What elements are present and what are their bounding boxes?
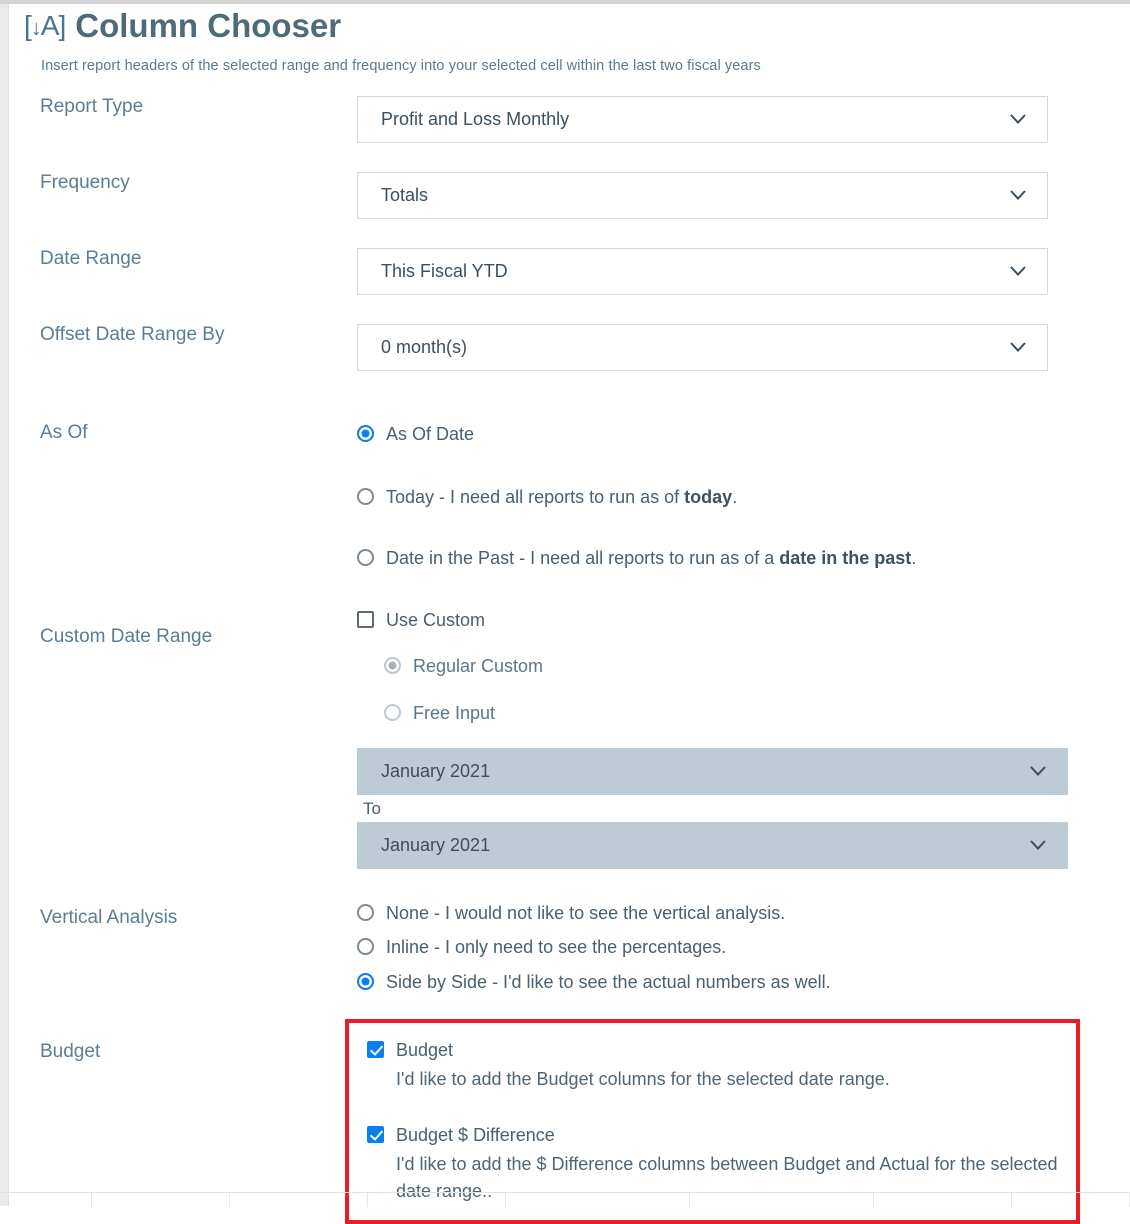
frequency-select[interactable]: Totals: [357, 172, 1048, 220]
use-custom-checkbox-row[interactable]: Use Custom: [357, 608, 1068, 632]
as-of-option-today[interactable]: Today - I need all reports to run as of …: [357, 485, 1048, 509]
text-after: .: [911, 547, 917, 568]
frequency-value: Totals: [381, 185, 429, 206]
chevron-down-icon: [1029, 762, 1047, 780]
custom-range-to-value: January 2021: [381, 835, 491, 856]
chevron-down-icon: [1009, 186, 1027, 204]
row-as-of: As Of As Of Date Today - I need all repo…: [10, 422, 1130, 570]
date-range-value: This Fiscal YTD: [381, 261, 508, 282]
letter-a-glyph: A: [40, 10, 60, 41]
text-before: Today - I need all reports to run as of: [386, 486, 685, 507]
custom-mode-label: Free Input: [413, 702, 496, 723]
window-left-strip: [0, 4, 9, 1206]
custom-range-selects: January 2021 To January 2021: [357, 748, 1068, 870]
page-subtitle: Insert report headers of the selected ra…: [41, 58, 761, 75]
radio-icon[interactable]: [357, 548, 374, 566]
vertical-analysis-option-inline[interactable]: Inline - I only need to see the percenta…: [357, 935, 1048, 959]
offset-date-range-select[interactable]: 0 month(s): [357, 324, 1048, 372]
report-type-select[interactable]: Profit and Loss Monthly: [357, 96, 1048, 144]
label-as-of: As Of: [40, 422, 88, 444]
label-vertical-analysis: Vertical Analysis: [40, 907, 178, 929]
custom-mode-free-input[interactable]: Free Input: [384, 701, 1068, 725]
bracket-close: ]: [58, 10, 66, 41]
label-date-range: Date Range: [40, 248, 142, 270]
report-type-value: Profit and Loss Monthly: [381, 109, 570, 130]
label-frequency: Frequency: [40, 172, 130, 194]
vertical-analysis-option-label: None - I would not like to see the verti…: [386, 903, 786, 924]
down-arrow-glyph: ↓: [30, 15, 42, 40]
row-custom-date-range: Custom Date Range Use Custom Regular Cus…: [10, 608, 1130, 870]
vertical-analysis-option-label: Side by Side - I'd like to see the actua…: [386, 971, 831, 992]
label-report-type: Report Type: [40, 96, 144, 118]
as-of-option-date-in-past[interactable]: Date in the Past - I need all reports to…: [357, 546, 1048, 570]
text-bold: date in the past: [779, 547, 912, 568]
row-frequency: Frequency Totals: [10, 172, 1130, 248]
chevron-down-icon: [1009, 262, 1027, 280]
as-of-radio-group: As Of Date Today - I need all reports to…: [357, 422, 1130, 570]
checkbox-icon-checked[interactable]: [367, 1125, 384, 1143]
row-date-range: Date Range This Fiscal YTD: [10, 248, 1130, 324]
budget-checkbox-row[interactable]: Budget: [367, 1038, 1062, 1062]
text-before: Date in the Past - I need all reports to…: [386, 547, 780, 568]
page-title: Column Chooser: [75, 7, 342, 44]
to-label: To: [363, 799, 381, 819]
checkbox-icon[interactable]: [357, 611, 374, 629]
vertical-analysis-radio-group: None - I would not like to see the verti…: [357, 901, 1130, 994]
radio-icon-disabled-selected: [384, 657, 401, 675]
custom-date-range-group: Use Custom Regular Custom Free Input Jan…: [357, 608, 1130, 870]
text-bold: today: [684, 486, 733, 507]
radio-icon[interactable]: [357, 904, 374, 922]
use-custom-label: Use Custom: [386, 610, 486, 631]
budget-difference-checkbox-row[interactable]: Budget $ Difference: [367, 1123, 1062, 1147]
page-header: [↓A] Column Chooser: [10, 4, 1130, 44]
budget-option-title: Budget $ Difference: [396, 1124, 555, 1145]
chevron-down-icon: [1029, 836, 1047, 854]
radio-icon-selected[interactable]: [357, 425, 374, 443]
checkbox-icon-checked[interactable]: [367, 1040, 384, 1058]
label-offset-date-range: Offset Date Range By: [40, 324, 225, 346]
bracket-open: [: [24, 10, 32, 41]
label-custom-date-range: Custom Date Range: [40, 626, 213, 648]
row-offset-date-range: Offset Date Range By 0 month(s): [10, 324, 1130, 400]
sort-descending-icon: [↓A]: [24, 10, 66, 41]
radio-icon-disabled: [384, 703, 401, 721]
column-chooser-form: Report Type Profit and Loss Monthly Freq…: [10, 96, 1130, 1224]
column-chooser-pane: [↓A] Column Chooser Insert report header…: [10, 4, 1130, 1224]
budget-option-budget: Budget I'd like to add the Budget column…: [367, 1038, 1062, 1094]
custom-range-from-select: January 2021: [357, 748, 1068, 796]
as-of-option-label: As Of Date: [386, 424, 475, 445]
radio-icon-selected[interactable]: [357, 972, 374, 990]
vertical-analysis-option-side-by-side[interactable]: Side by Side - I'd like to see the actua…: [357, 970, 1048, 994]
custom-mode-regular[interactable]: Regular Custom: [384, 654, 1068, 678]
radio-icon[interactable]: [357, 938, 374, 956]
as-of-option-label: Date in the Past - I need all reports to…: [386, 546, 916, 570]
vertical-analysis-option-label: Inline - I only need to see the percenta…: [386, 937, 727, 958]
vertical-analysis-option-none[interactable]: None - I would not like to see the verti…: [357, 901, 1048, 925]
custom-range-from-value: January 2021: [381, 761, 491, 782]
as-of-option-as-of-date[interactable]: As Of Date: [357, 422, 1048, 446]
row-report-type: Report Type Profit and Loss Monthly: [10, 96, 1130, 172]
chevron-down-icon: [1009, 338, 1027, 356]
text-after: .: [732, 486, 738, 507]
custom-mode-label: Regular Custom: [413, 656, 544, 677]
budget-option-title: Budget: [396, 1039, 454, 1060]
row-vertical-analysis: Vertical Analysis None - I would not lik…: [10, 901, 1130, 994]
as-of-option-label: Today - I need all reports to run as of …: [386, 485, 737, 509]
offset-date-range-value: 0 month(s): [381, 337, 468, 358]
date-range-select[interactable]: This Fiscal YTD: [357, 248, 1048, 296]
budget-option-description: I'd like to add the Budget columns for t…: [396, 1069, 890, 1090]
custom-range-to-select: January 2021: [357, 822, 1068, 870]
radio-icon[interactable]: [357, 487, 374, 505]
chevron-down-icon: [1009, 110, 1027, 128]
spreadsheet-grid-edge: [0, 1192, 1130, 1207]
label-budget: Budget: [40, 1040, 101, 1062]
